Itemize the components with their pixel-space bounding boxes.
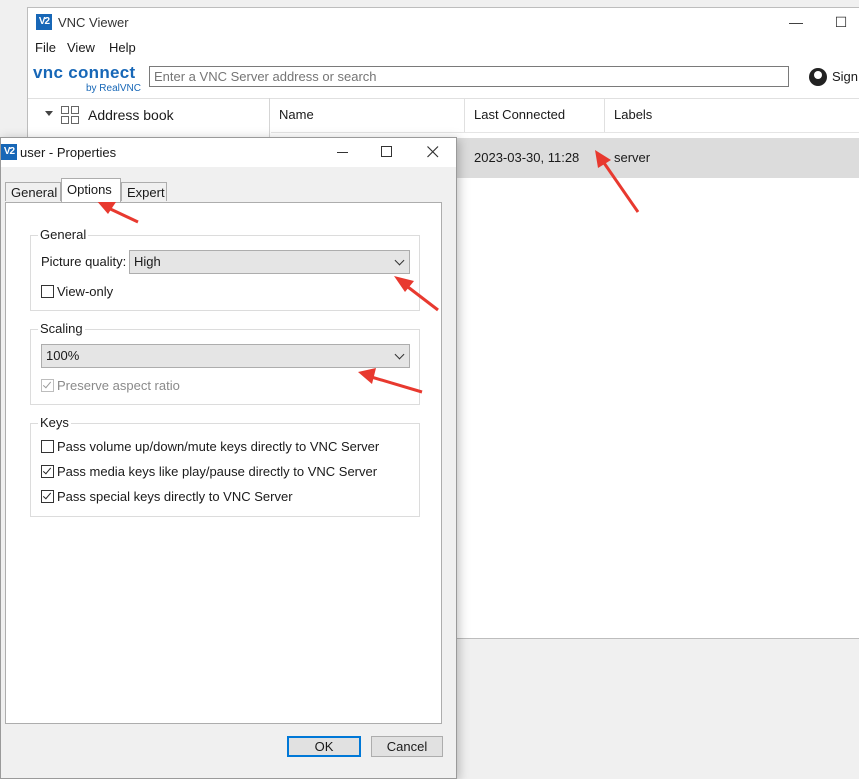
checkbox-label: Pass volume up/down/mute keys directly t…: [57, 439, 380, 454]
tab-options[interactable]: Options: [61, 178, 121, 202]
scaling-group: Scaling 100% Preserve aspect ratio: [30, 321, 420, 405]
menu-file[interactable]: File: [35, 40, 56, 55]
column-header-labels[interactable]: Labels: [614, 107, 652, 122]
checkbox-label: Pass special keys directly to VNC Server: [57, 489, 293, 504]
menu-help[interactable]: Help: [109, 40, 136, 55]
maximize-icon[interactable]: [381, 146, 393, 158]
sign-in-label: Sign: [832, 69, 859, 84]
view-only-label: View-only: [57, 284, 114, 299]
picture-quality-label: Picture quality:: [41, 254, 127, 269]
ok-button[interactable]: OK: [287, 736, 361, 757]
menu-view[interactable]: View: [67, 40, 95, 55]
checkbox-label: Pass media keys like play/pause directly…: [57, 464, 378, 479]
checkbox-box[interactable]: [41, 465, 54, 478]
minimize-button[interactable]: —: [786, 12, 806, 32]
toolbar: vnc connect by RealVNC Sign: [28, 62, 859, 99]
view-only-checkbox-box[interactable]: [41, 285, 54, 298]
picture-quality-dropdown[interactable]: High: [129, 250, 410, 274]
picture-quality-value: High: [134, 254, 161, 269]
address-book-label: Address book: [88, 107, 174, 123]
general-group-legend: General: [38, 227, 89, 242]
scaling-group-legend: Scaling: [38, 321, 85, 336]
row-labels: server: [614, 150, 651, 165]
dialog-titlebar: V2 user - Properties: [1, 138, 456, 167]
address-book-grid-icon: [61, 106, 79, 124]
menu-bar: File View Help: [28, 38, 859, 60]
checkbox-box[interactable]: [41, 440, 54, 453]
column-divider[interactable]: [464, 98, 465, 132]
close-icon[interactable]: [427, 146, 439, 158]
maximize-button[interactable]: ☐: [831, 12, 851, 32]
window-title: VNC Viewer: [58, 15, 129, 30]
checkbox-box[interactable]: [41, 490, 54, 503]
properties-dialog: V2 user - Properties General Options Exp…: [0, 137, 457, 779]
brand-byline: by RealVNC: [85, 83, 141, 94]
chevron-down-icon: [394, 255, 405, 266]
expand-caret-icon[interactable]: [45, 111, 53, 116]
server-address-search-input[interactable]: [149, 66, 789, 87]
preserve-aspect-label: Preserve aspect ratio: [57, 378, 180, 393]
minimize-icon[interactable]: [337, 152, 349, 154]
keys-group: Keys Pass volume up/down/mute keys direc…: [30, 415, 420, 517]
user-avatar-icon: [809, 68, 827, 86]
options-tab-panel: General Picture quality: High View-only …: [5, 202, 442, 724]
scaling-dropdown[interactable]: 100%: [41, 344, 410, 368]
vnc-connect-logo: vnc connect by RealVNC: [33, 63, 141, 97]
sidebar-item-address-book[interactable]: Address book: [28, 98, 269, 132]
general-group: General Picture quality: High View-only: [30, 227, 420, 311]
column-divider[interactable]: [604, 98, 605, 132]
dialog-title: user - Properties: [20, 145, 117, 160]
vnc-logo-icon: V2: [36, 14, 52, 30]
column-header-last-connected[interactable]: Last Connected: [474, 107, 565, 122]
cancel-button[interactable]: Cancel: [371, 736, 443, 757]
scaling-value: 100%: [46, 348, 80, 363]
tab-expert[interactable]: Expert: [121, 182, 167, 201]
main-titlebar: V2 VNC Viewer — ☐: [28, 8, 859, 38]
brand-name: vnc connect: [33, 63, 136, 82]
vnc-logo-icon: V2: [1, 144, 17, 160]
row-last-connected: 2023-03-30, 11:28: [474, 150, 580, 165]
column-header-name[interactable]: Name: [279, 107, 314, 122]
chevron-down-icon: [394, 349, 405, 360]
preserve-aspect-checkbox-box[interactable]: [41, 379, 54, 392]
keys-group-legend: Keys: [38, 415, 71, 430]
column-header-row: Name Last Connected Labels: [271, 98, 859, 133]
tab-general[interactable]: General: [5, 182, 61, 201]
